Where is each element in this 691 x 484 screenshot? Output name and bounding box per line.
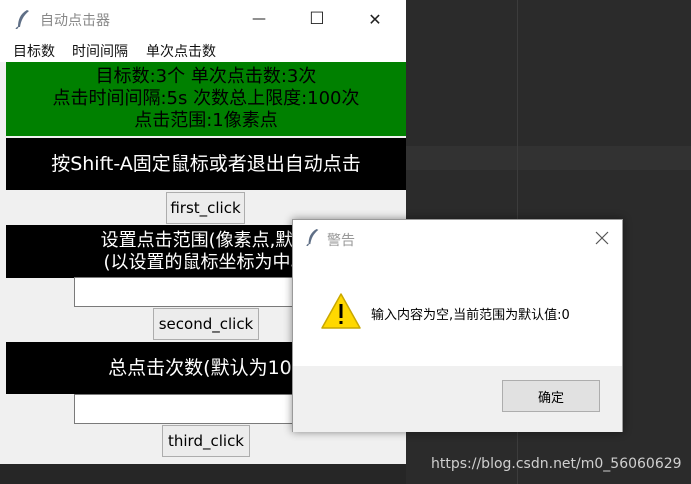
- total-clicks-input[interactable]: [74, 394, 300, 424]
- minimize-icon: —: [252, 11, 266, 27]
- menu-item-clicks-per-round[interactable]: 单次点击数: [146, 41, 216, 61]
- maximize-button[interactable]: ☐: [294, 0, 340, 38]
- third-click-button[interactable]: third_click: [162, 425, 250, 457]
- dialog-title: 警告: [327, 233, 355, 249]
- menu-item-time-interval[interactable]: 时间间隔: [72, 41, 128, 61]
- minimize-button[interactable]: —: [236, 0, 282, 38]
- warning-triangle-icon: [320, 292, 362, 334]
- background-line-highlight: [406, 146, 691, 170]
- range-input[interactable]: [74, 277, 300, 307]
- menu-bar: 目标数 时间间隔 单次点击数: [0, 38, 406, 62]
- info-panel: 目标数:3个 单次点击数:3次 点击时间间隔:5s 次数总上限度:100次 点击…: [6, 62, 406, 136]
- watermark-text: https://blog.csdn.net/m0_56060629: [431, 456, 682, 472]
- menu-item-target-count[interactable]: 目标数: [13, 41, 55, 61]
- title-bar[interactable]: 自动点击器 — ☐ ✕: [0, 0, 406, 38]
- close-icon: ✕: [368, 9, 382, 29]
- second-click-button[interactable]: second_click: [153, 308, 259, 340]
- info-line-counts: 目标数:3个 单次点击数:3次: [95, 66, 317, 87]
- hotkey-banner-text: 按Shift-A固定鼠标或者退出自动点击: [51, 153, 361, 175]
- dialog-close-button[interactable]: [590, 226, 614, 250]
- close-button[interactable]: ✕: [352, 0, 398, 38]
- close-icon: [595, 231, 609, 245]
- warning-dialog: 警告 输入内容为空,当前范围为默认值:0 确定: [292, 219, 623, 432]
- maximize-icon: ☐: [309, 9, 325, 29]
- hotkey-banner: 按Shift-A固定鼠标或者退出自动点击: [6, 138, 406, 190]
- dialog-message: 输入内容为空,当前范围为默认值:0: [371, 308, 570, 323]
- dialog-footer: 确定: [293, 366, 622, 432]
- total-clicks-label: 总点击次数(默认为100: [108, 357, 304, 379]
- info-line-range: 点击范围:1像素点: [134, 110, 278, 131]
- info-line-interval: 点击时间间隔:5s 次数总上限度:100次: [52, 88, 360, 109]
- window-title: 自动点击器: [40, 13, 110, 29]
- feather-app-icon: [305, 228, 321, 250]
- first-click-button[interactable]: first_click: [166, 192, 245, 224]
- feather-app-icon: [14, 9, 32, 33]
- ok-button[interactable]: 确定: [502, 380, 600, 412]
